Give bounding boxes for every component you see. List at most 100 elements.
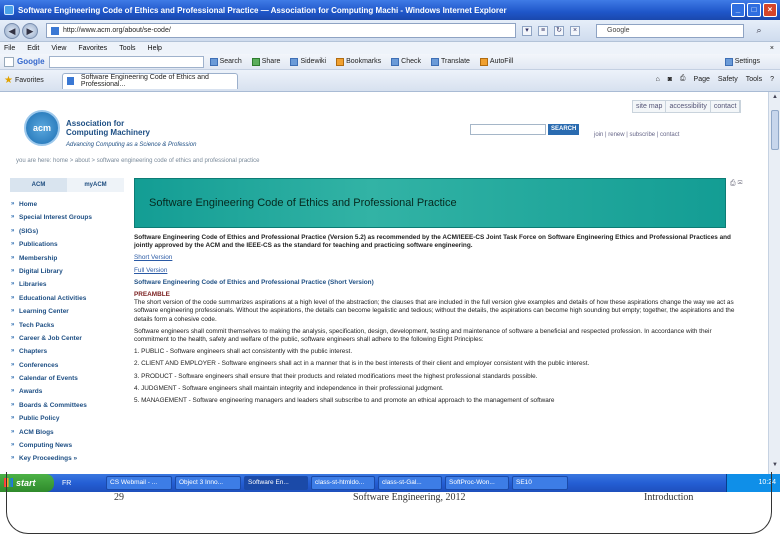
autofill-icon [479, 57, 488, 66]
accessibility-link[interactable]: accessibility [666, 101, 711, 112]
nav-item[interactable]: Tech Packs [10, 319, 124, 332]
menu-help[interactable]: Help [148, 45, 162, 52]
menu-view[interactable]: View [51, 45, 66, 52]
nav-item[interactable]: Membership [10, 252, 124, 265]
compat-icon[interactable]: ≡ [538, 25, 548, 36]
nav-item[interactable]: Educational Activities [10, 292, 124, 305]
site-map-link[interactable]: site map [633, 101, 667, 112]
command-bar: ⌂ ◙ ⎙ Page Safety Tools ? [655, 75, 774, 83]
feeds-icon[interactable]: ◙ [668, 76, 672, 83]
toolbar-settings[interactable]: Settings [724, 57, 760, 66]
nav-item[interactable]: ACM Blogs [10, 426, 124, 439]
toolbar-bookmarks[interactable]: Bookmarks [336, 57, 381, 66]
toolbar-sidewiki[interactable]: Sidewiki [290, 57, 326, 66]
menu-edit[interactable]: Edit [27, 45, 39, 52]
menu-favorites[interactable]: Favorites [78, 45, 107, 52]
nav-item[interactable]: Learning Center [10, 305, 124, 318]
print-icon[interactable]: ⎙ [730, 180, 736, 187]
logo-text: Association for Computing Machinery [66, 119, 151, 137]
account-links[interactable]: join | renew | subscribe | contact [594, 132, 679, 138]
menu-file[interactable]: File [4, 45, 15, 52]
dropdown-icon[interactable]: ▾ [522, 25, 532, 36]
toolbar-share[interactable]: Share [251, 57, 280, 66]
close-button[interactable]: × [763, 3, 777, 17]
menu-bar: File Edit View Favorites Tools Help × [0, 42, 780, 54]
nav-item[interactable]: (SIGs) [10, 225, 124, 238]
nav-item[interactable]: Public Policy [10, 412, 124, 425]
nav-item[interactable]: Digital Library [10, 265, 124, 278]
site-search-input[interactable] [470, 124, 546, 135]
google-search-button[interactable]: Search [209, 57, 242, 66]
nav-item[interactable]: Awards [10, 385, 124, 398]
toolbar-translate[interactable]: Translate [430, 57, 470, 66]
nav-item[interactable]: Key Proceedings » [10, 452, 124, 465]
tab-myacm[interactable]: myACM [67, 178, 124, 192]
translate-icon [430, 57, 439, 66]
full-version-link[interactable]: Full Version [134, 267, 167, 274]
safety-menu[interactable]: Safety [718, 76, 738, 83]
contact-link[interactable]: contact [710, 101, 741, 112]
nav-item[interactable]: Libraries [10, 278, 124, 291]
page-banner: Software Engineering Code of Ethics and … [134, 178, 726, 228]
maximize-button[interactable]: □ [747, 3, 761, 17]
url-field[interactable]: http://www.acm.org/about/se-code/ [46, 23, 516, 38]
back-icon[interactable]: ◀ [4, 22, 20, 39]
nav-item[interactable]: Publications [10, 238, 124, 251]
nav-item[interactable]: Chapters [10, 345, 124, 358]
home-icon[interactable]: ⌂ [655, 76, 659, 83]
scroll-down-icon[interactable]: ▼ [770, 462, 780, 472]
principle-item: 1. PUBLIC - Software engineers shall act… [134, 348, 353, 356]
close-toolbar-icon[interactable]: × [770, 45, 774, 52]
minimize-button[interactable]: _ [731, 3, 745, 17]
toolbar-check[interactable]: Check [391, 57, 421, 66]
page-tools: ⎙ ✉ [730, 180, 742, 188]
slide-frame [6, 472, 772, 534]
address-bar-row: ◀ ▶ http://www.acm.org/about/se-code/ ▾ … [0, 20, 780, 42]
refresh-icon[interactable]: ↻ [554, 25, 564, 36]
scroll-up-icon[interactable]: ▲ [770, 94, 780, 104]
tab-active[interactable]: Software Engineering Code of Ethics and … [61, 72, 238, 89]
print-icon[interactable]: ⎙ [680, 75, 686, 83]
nav-item[interactable]: Boards & Committees [10, 399, 124, 412]
principle-item: 5. MANAGEMENT - Software engineering man… [134, 397, 555, 405]
nav-item[interactable]: Special Interest Groups [10, 211, 124, 224]
sidewiki-icon [290, 57, 299, 66]
acm-logo[interactable]: acm Association for Computing Machinery [24, 110, 150, 146]
scroll-thumb[interactable] [771, 110, 779, 150]
google-toolbar: Google Search Share Sidewiki Bookmarks C… [0, 54, 780, 70]
toolbar-close-icon[interactable] [4, 56, 14, 67]
principle-item: 2. CLIENT AND EMPLOYER - Software engine… [134, 360, 590, 368]
toolbar-autofill[interactable]: AutoFill [479, 57, 513, 66]
email-icon[interactable]: ✉ [738, 180, 743, 187]
web-page: site map accessibility contact acm Assoc… [0, 92, 768, 474]
forward-icon[interactable]: ▶ [22, 22, 38, 39]
favorites-label[interactable]: Favorites [15, 77, 44, 84]
site-search-button[interactable]: SEARCH [548, 124, 580, 135]
acm-logo-icon: acm [24, 110, 60, 146]
search-input[interactable]: Google [596, 24, 744, 38]
stop-icon[interactable]: × [570, 25, 580, 36]
tab-acm[interactable]: ACM [10, 178, 67, 192]
nav-item[interactable]: Home [10, 198, 124, 211]
article: Software Engineering Code of Ethics and … [134, 234, 746, 409]
vertical-scrollbar[interactable]: ▲ ▼ [768, 92, 780, 474]
slide-footer: 29 Software Engineering, 2012 Introducti… [0, 472, 780, 540]
nav-item[interactable]: Calendar of Events [10, 372, 124, 385]
short-version-link[interactable]: Short Version [134, 254, 172, 261]
principle-item: 3. PRODUCT - Software engineers shall en… [134, 372, 538, 380]
page-menu[interactable]: Page [694, 76, 710, 83]
google-search-input[interactable] [48, 55, 204, 68]
nav-item[interactable]: Career & Job Center [10, 332, 124, 345]
help-icon[interactable]: ? [770, 76, 774, 83]
share-icon [251, 57, 260, 66]
nav-item[interactable]: Computing News [10, 439, 124, 452]
preamble-heading: PREAMBLE [134, 291, 170, 299]
nav-item[interactable]: Conferences [10, 359, 124, 372]
menu-tools[interactable]: Tools [119, 45, 135, 52]
breadcrumb: you are here: home > about > software en… [16, 158, 260, 164]
wrench-icon [724, 57, 733, 66]
star-icon[interactable]: ★ [4, 75, 13, 86]
search-icon[interactable]: ⌕ [748, 24, 770, 38]
tools-menu[interactable]: Tools [746, 76, 762, 83]
slide-section: Introduction [644, 492, 694, 503]
